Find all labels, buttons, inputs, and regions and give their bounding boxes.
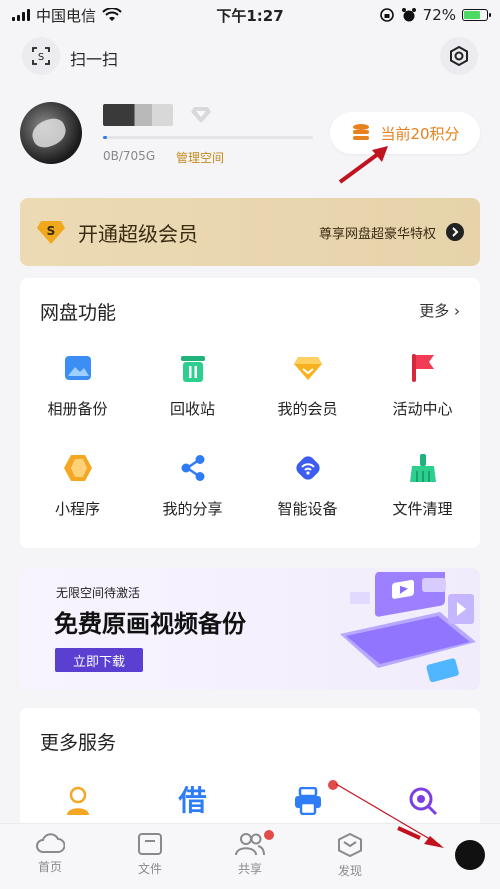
storage-usage: 0B/705G bbox=[103, 149, 156, 163]
gear-icon bbox=[450, 45, 468, 67]
avatar-small bbox=[455, 840, 485, 870]
svg-text:S: S bbox=[38, 52, 44, 63]
feature-recycle-bin[interactable]: 回收站 bbox=[135, 350, 250, 450]
chevron-right-icon bbox=[446, 223, 464, 241]
broom-icon bbox=[409, 454, 436, 482]
feature-label: 小程序 bbox=[54, 500, 100, 518]
clock: 下午1:27 bbox=[216, 6, 284, 25]
flag-icon bbox=[411, 354, 434, 382]
tab-label: 发现 bbox=[337, 864, 362, 878]
vip-banner[interactable]: S 开通超级会员 尊享网盘超豪华特权 bbox=[20, 198, 480, 266]
cloud-icon bbox=[36, 833, 65, 853]
search-scan-icon bbox=[409, 787, 437, 816]
vip-banner-subtitle: 尊享网盘超豪华特权 bbox=[318, 226, 436, 242]
rotation-lock-icon bbox=[379, 8, 394, 22]
cube-icon bbox=[338, 832, 362, 858]
tab-label: 共享 bbox=[237, 862, 262, 876]
scan-label[interactable]: 扫一扫 bbox=[70, 46, 118, 70]
scan-button[interactable]: S bbox=[22, 37, 60, 75]
person-service-icon bbox=[66, 786, 89, 815]
promo-banner[interactable]: 无限空间待激活 免费原画视频备份 立即下载 bbox=[20, 568, 480, 690]
tab-mine[interactable] bbox=[400, 824, 500, 889]
trash-icon bbox=[180, 356, 205, 382]
super-vip-icon: S bbox=[37, 221, 65, 244]
alarm-icon bbox=[401, 8, 416, 22]
features-title: 网盘功能 bbox=[40, 302, 117, 324]
tab-discover[interactable]: 发现 bbox=[300, 824, 400, 889]
feature-photo-backup[interactable]: 相册备份 bbox=[20, 350, 135, 450]
photo-album-icon bbox=[64, 356, 91, 380]
points-label: 当前20积分 bbox=[380, 124, 460, 143]
scan-icon: S bbox=[32, 47, 50, 65]
feature-my-share[interactable]: 我的分享 bbox=[135, 450, 250, 550]
notification-dot bbox=[264, 830, 274, 840]
bottom-tab-bar: 首页 文件 共享 发现 bbox=[0, 823, 500, 889]
feature-label: 智能设备 bbox=[277, 500, 338, 518]
feature-smart-device[interactable]: 智能设备 bbox=[250, 450, 365, 550]
borrow-icon: 借 bbox=[178, 784, 207, 817]
battery-percent: 72% bbox=[422, 6, 456, 24]
download-now-button[interactable]: 立即下载 bbox=[55, 648, 143, 672]
feature-label: 文件清理 bbox=[392, 500, 453, 518]
feature-activity-center[interactable]: 活动中心 bbox=[365, 350, 480, 450]
feature-label: 我的分享 bbox=[162, 500, 223, 518]
service-person[interactable] bbox=[63, 786, 93, 816]
tab-files[interactable]: 文件 bbox=[100, 824, 200, 889]
service-borrow[interactable]: 借 bbox=[178, 786, 208, 816]
feature-label: 我的会员 bbox=[277, 400, 338, 418]
feature-mini-program[interactable]: 小程序 bbox=[20, 450, 135, 550]
header: S 扫一扫 bbox=[0, 36, 500, 76]
coins-icon bbox=[353, 124, 370, 140]
service-print[interactable] bbox=[293, 786, 323, 816]
vip-diamond-badge-icon[interactable] bbox=[190, 106, 212, 124]
feature-file-cleanup[interactable]: 文件清理 bbox=[365, 450, 480, 550]
storage-bar bbox=[103, 136, 313, 139]
feature-label: 相册备份 bbox=[47, 400, 108, 418]
battery-icon bbox=[462, 9, 491, 21]
folder-icon bbox=[138, 833, 162, 855]
video-backup-illustration bbox=[340, 572, 476, 683]
smart-device-icon bbox=[295, 456, 320, 480]
printer-icon bbox=[294, 787, 321, 815]
annotation-dot bbox=[328, 780, 338, 790]
signal-icon bbox=[12, 9, 30, 21]
manage-space-link[interactable]: 管理空间 bbox=[176, 149, 224, 166]
more-link[interactable]: 更多 › bbox=[419, 300, 460, 321]
tab-label: 文件 bbox=[137, 862, 162, 876]
service-search[interactable] bbox=[408, 786, 438, 816]
mini-program-icon bbox=[63, 455, 92, 481]
tab-label: 首页 bbox=[37, 860, 62, 874]
promo-title: 免费原画视频备份 bbox=[54, 610, 246, 638]
vip-banner-title: 开通超级会员 bbox=[78, 221, 198, 246]
avatar[interactable] bbox=[20, 102, 82, 164]
wifi-icon bbox=[102, 8, 122, 21]
feature-label: 活动中心 bbox=[392, 400, 453, 418]
netdisk-features-card: 网盘功能 更多 › 相册备份 回收站 我的会员 活动中心 小程序 我的分享 智能… bbox=[20, 278, 480, 548]
people-icon bbox=[235, 833, 265, 856]
settings-button[interactable] bbox=[440, 37, 478, 75]
carrier-label: 中国电信 bbox=[36, 6, 97, 25]
feature-my-vip[interactable]: 我的会员 bbox=[250, 350, 365, 450]
share-icon bbox=[181, 455, 204, 481]
points-button[interactable]: 当前20积分 bbox=[330, 112, 480, 154]
feature-label: 回收站 bbox=[169, 400, 215, 418]
tab-share[interactable]: 共享 bbox=[200, 824, 300, 889]
svg-text:S: S bbox=[47, 224, 56, 238]
services-title: 更多服务 bbox=[40, 732, 117, 754]
status-bar: 中国电信 下午1:27 72% bbox=[0, 0, 500, 30]
username-redacted bbox=[103, 104, 173, 126]
tab-home[interactable]: 首页 bbox=[0, 824, 100, 889]
vip-diamond-icon bbox=[293, 357, 322, 380]
promo-subtitle: 无限空间待激活 bbox=[56, 586, 141, 600]
